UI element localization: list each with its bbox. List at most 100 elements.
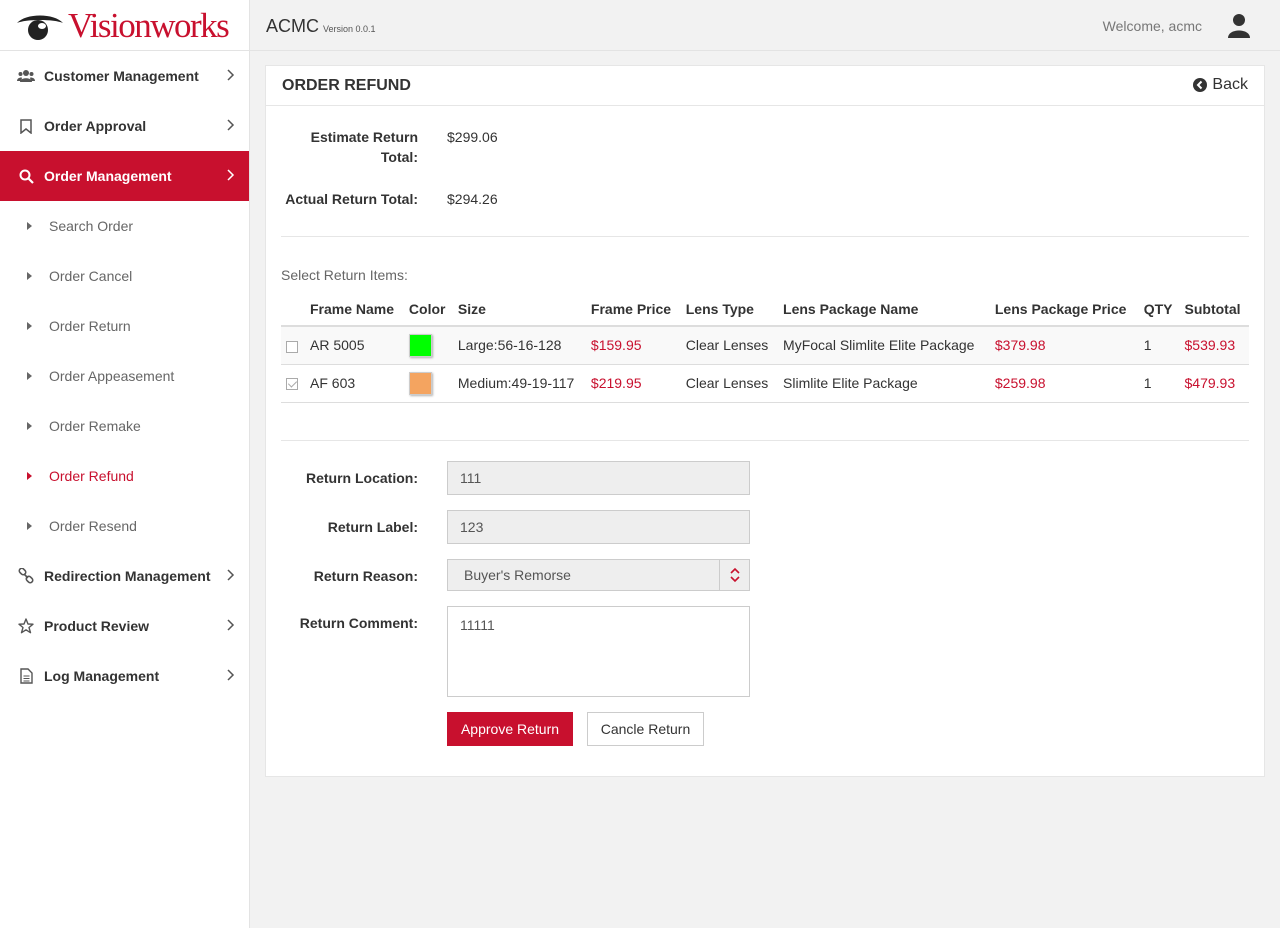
panel-header: ORDER REFUND Back — [266, 66, 1264, 106]
page-title: ORDER REFUND — [282, 77, 411, 94]
table-header: Lens Type — [680, 292, 779, 327]
search-icon — [17, 167, 35, 185]
chevron-right-icon — [227, 119, 235, 131]
caret-right-icon — [27, 272, 32, 280]
lens-package-price-cell: $379.98 — [989, 326, 1139, 365]
frame-price-cell: $219.95 — [585, 364, 681, 403]
top-bar: ACMC Version 0.0.1 Welcome, acmc — [250, 0, 1280, 51]
return-reason-select[interactable]: Buyer's Remorse — [447, 559, 750, 591]
divider — [281, 236, 1249, 237]
app-version: Version 0.0.1 — [323, 24, 376, 34]
sidebar-item-label: Customer Management — [44, 68, 199, 84]
sidebar-item-label: Order Management — [44, 168, 172, 184]
table-header: Lens Package Name — [778, 292, 990, 327]
table-header: Frame Name — [305, 292, 404, 327]
table-header: Subtotal — [1179, 292, 1249, 327]
table-header-row: Frame Name Color Size Frame Price Lens T… — [281, 292, 1249, 327]
sidebar-item-label: Product Review — [44, 618, 150, 634]
divider — [281, 440, 1249, 441]
actual-return-total-label: Actual Return Total: — [285, 191, 418, 207]
link-icon — [17, 567, 35, 585]
logo[interactable]: Visionworks — [0, 0, 249, 51]
app-title: ACMC Version 0.0.1 — [266, 16, 376, 37]
cancel-return-button[interactable]: Cancle Return — [587, 712, 704, 746]
color-swatch — [408, 371, 432, 395]
return-comment-field[interactable]: 11111 — [447, 606, 750, 697]
caret-right-icon — [27, 222, 32, 230]
subtotal-cell: $539.93 — [1179, 326, 1249, 365]
color-swatch — [408, 333, 432, 357]
sidebar-subitem-label: Search Order — [49, 218, 134, 234]
approve-return-button[interactable]: Approve Return — [447, 712, 573, 746]
sidebar-item-label: Log Management — [44, 668, 160, 684]
estimate-return-total-value: $299.06 — [447, 129, 498, 145]
welcome-text: Welcome, acmc — [1102, 18, 1202, 34]
table-header: Lens Package Price — [989, 292, 1139, 327]
color-cell — [403, 326, 453, 365]
sidebar-subitem-search-order[interactable]: Search Order — [0, 201, 249, 251]
select-arrows-icon[interactable] — [719, 560, 749, 590]
return-location-field[interactable] — [447, 461, 750, 495]
app-name: ACMC — [266, 16, 319, 36]
sidebar-subitem-order-appeasement[interactable]: Order Appeasement — [0, 351, 249, 401]
lens-package-cell: Slimlite Elite Package — [778, 364, 990, 403]
sidebar-subitem-order-return[interactable]: Order Return — [0, 301, 249, 351]
row-checkbox[interactable] — [286, 340, 298, 353]
qty-cell: 1 — [1138, 364, 1180, 403]
lens-type-cell: Clear Lenses — [680, 364, 779, 403]
users-icon — [17, 67, 35, 85]
sidebar-item-label: Order Approval — [44, 118, 147, 134]
back-arrow-icon — [1193, 78, 1208, 92]
document-icon — [17, 667, 35, 685]
sidebar-subitem-label: Order Resend — [49, 518, 137, 534]
back-label: Back — [1212, 76, 1248, 93]
chevron-right-icon — [227, 569, 235, 581]
caret-right-icon — [27, 472, 32, 480]
lens-type-cell: Clear Lenses — [680, 326, 779, 365]
sidebar-item-label: Redirection Management — [44, 568, 211, 584]
sidebar-subitem-label: Order Refund — [49, 468, 134, 484]
sidebar-item-order-approval[interactable]: Order Approval — [0, 101, 249, 151]
table-header: Color — [403, 292, 453, 327]
sidebar-subitem-label: Order Return — [49, 318, 131, 334]
color-cell — [403, 364, 453, 403]
return-reason-label: Return Reason: — [313, 568, 418, 584]
sidebar-item-order-management[interactable]: Order Management — [0, 151, 249, 201]
table-row: AR 5005 Large:56-16-128 $159.95 Clear Le… — [281, 326, 1249, 365]
return-label-field[interactable] — [447, 510, 750, 544]
chevron-right-icon — [227, 669, 235, 681]
row-checkbox-cell — [281, 326, 305, 365]
sidebar-item-product-review[interactable]: Product Review — [0, 601, 249, 651]
lens-package-cell: MyFocal Slimlite Elite Package — [778, 326, 990, 365]
sidebar-item-redirection-management[interactable]: Redirection Management — [0, 551, 249, 601]
sidebar: Visionworks Customer Management Order Ap… — [0, 0, 250, 928]
size-cell: Medium:49-19-117 — [452, 364, 586, 403]
row-checkbox[interactable] — [286, 378, 298, 391]
actual-return-total-value: $294.26 — [447, 191, 498, 207]
back-button[interactable]: Back — [1193, 76, 1248, 94]
user-icon[interactable] — [1227, 13, 1251, 42]
sidebar-subitem-order-resend[interactable]: Order Resend — [0, 501, 249, 551]
select-return-items-label: Select Return Items: — [281, 267, 408, 283]
size-cell: Large:56-16-128 — [452, 326, 586, 365]
subtotal-cell: $479.93 — [1179, 364, 1249, 403]
caret-right-icon — [27, 322, 32, 330]
sidebar-subitem-order-remake[interactable]: Order Remake — [0, 401, 249, 451]
table-header: Frame Price — [585, 292, 681, 327]
logo-text: Visionworks — [68, 5, 230, 45]
sidebar-subitem-order-cancel[interactable]: Order Cancel — [0, 251, 249, 301]
caret-right-icon — [27, 422, 32, 430]
frame-name-cell: AF 603 — [305, 364, 404, 403]
chevron-right-icon — [227, 619, 235, 631]
return-location-label: Return Location: — [306, 470, 418, 486]
frame-price-cell: $159.95 — [585, 326, 681, 365]
chevron-right-icon — [227, 69, 235, 81]
return-reason-value: Buyer's Remorse — [464, 567, 571, 583]
table-header: Size — [452, 292, 586, 327]
sidebar-subitem-order-refund[interactable]: Order Refund — [0, 451, 249, 501]
sidebar-item-customer-management[interactable]: Customer Management — [0, 51, 249, 101]
frame-name-cell: AR 5005 — [305, 326, 404, 365]
bookmark-icon — [17, 117, 35, 135]
sidebar-subitem-label: Order Appeasement — [49, 368, 175, 384]
sidebar-item-log-management[interactable]: Log Management — [0, 651, 249, 701]
